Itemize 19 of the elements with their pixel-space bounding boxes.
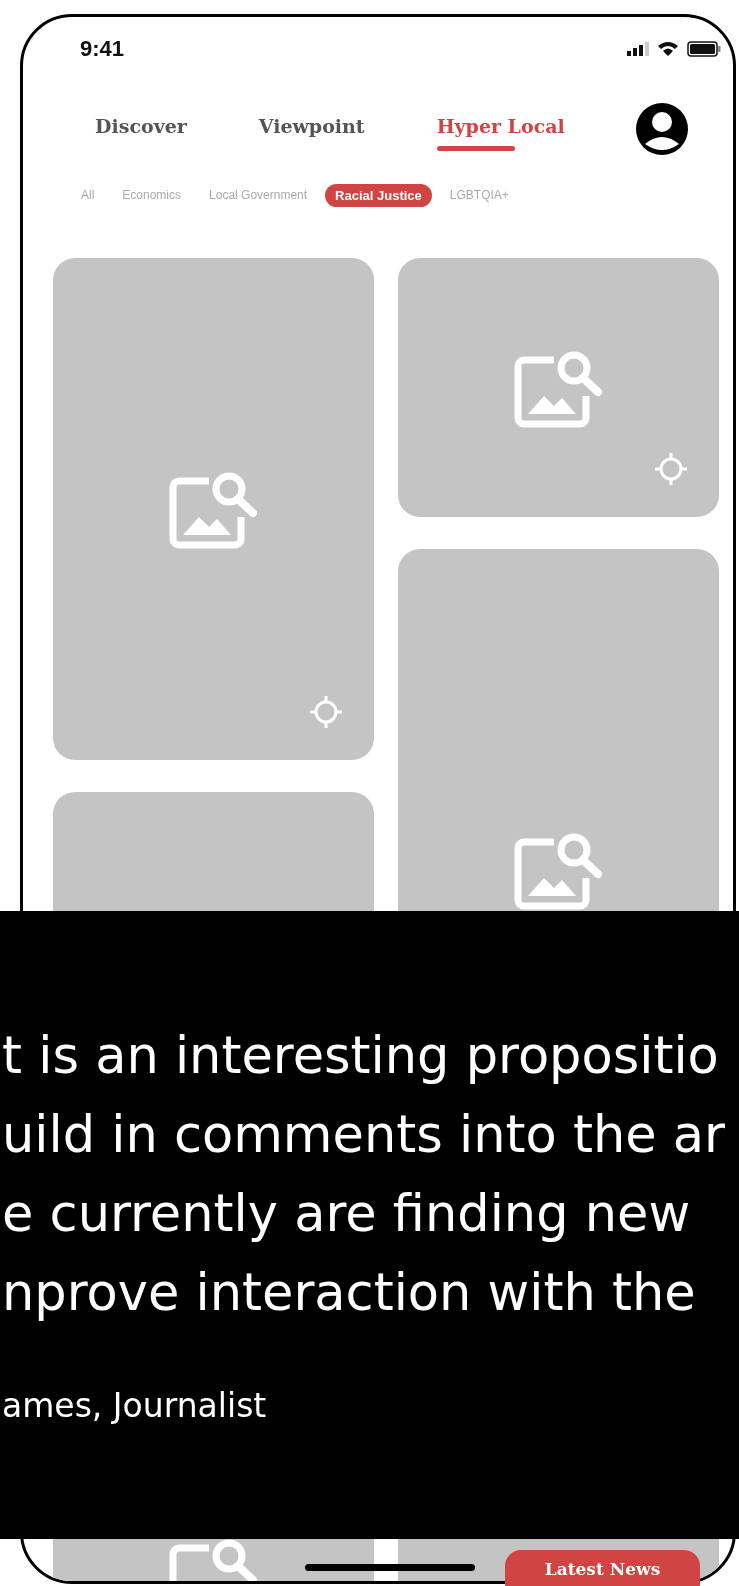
status-time: 9:41 <box>80 36 125 62</box>
battery-icon <box>687 41 721 57</box>
filter-chip[interactable]: LGBTQIA+ <box>439 184 519 206</box>
nav-tab[interactable]: Discover <box>95 107 187 151</box>
filter-chip[interactable]: Racial Justice <box>325 183 432 207</box>
filter-chip[interactable]: Local Government <box>199 184 318 206</box>
nav-tab[interactable]: Viewpoint <box>258 107 365 151</box>
signal-icon <box>627 42 649 56</box>
quote-text: t is an interesting propositio uild in comments into the ar e currently are finding new nprove interaction with the <box>1 1025 727 1324</box>
profile-icon[interactable] <box>635 102 689 156</box>
filter-chip[interactable]: Economics <box>112 184 192 206</box>
crosshair-icon[interactable] <box>308 694 344 730</box>
wifi-icon <box>657 41 679 57</box>
crosshair-icon[interactable] <box>653 451 689 487</box>
quote-author: ames, Journalist <box>2 1386 268 1425</box>
nav-tab[interactable]: Hyper Local <box>436 107 565 151</box>
latest-news-button[interactable]: Latest News <box>505 1550 700 1586</box>
home-indicator[interactable] <box>305 1564 475 1571</box>
filter-chip[interactable]: All <box>71 184 105 206</box>
